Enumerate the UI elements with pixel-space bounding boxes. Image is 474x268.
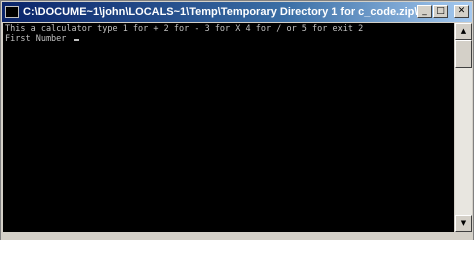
window-bottom-edge [1,232,473,240]
window-title: C:\DOCUME~1\john\LOCALS~1\Temp\Temporary… [23,6,418,18]
maximize-button[interactable]: □ [433,5,448,18]
console-output[interactable]: This a calculator type 1 for + 2 for - 3… [3,23,454,232]
scroll-down-button[interactable]: ▼ [455,215,472,232]
title-bar[interactable]: C:\DOCUME~1\john\LOCALS~1\Temp\Temporary… [2,2,472,22]
scroll-thumb[interactable] [455,40,472,68]
vertical-scrollbar[interactable]: ▲ ▼ [455,23,472,232]
close-button[interactable]: ✕ [454,5,469,18]
console-window: C:\DOCUME~1\john\LOCALS~1\Temp\Temporary… [0,0,474,240]
console-line-1: This a calculator type 1 for + 2 for - 3… [5,24,364,34]
console-window-icon[interactable] [5,6,19,18]
text-cursor [73,39,79,41]
minimize-button[interactable]: _ [417,5,432,18]
scroll-up-button[interactable]: ▲ [455,23,472,40]
console-line-2: First Number [5,34,72,44]
